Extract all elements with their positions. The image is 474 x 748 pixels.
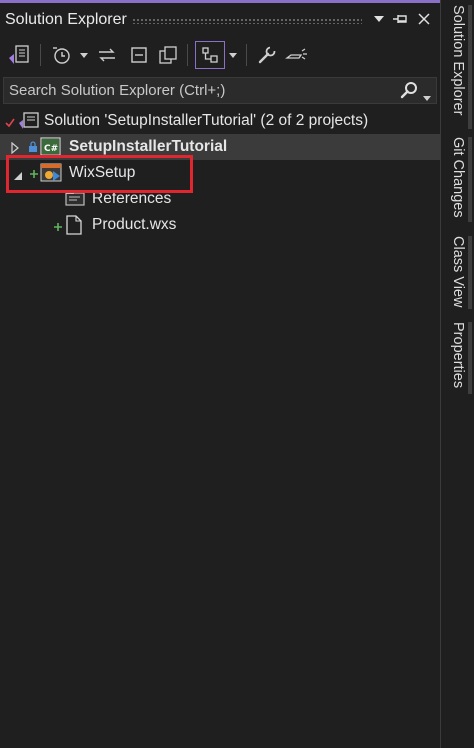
track-active-item-icon[interactable]: [195, 41, 225, 69]
tree-node-solution[interactable]: Solution 'SetupInstallerTutorial' (2 of …: [0, 108, 440, 134]
show-all-files-icon[interactable]: [156, 40, 180, 70]
file-icon: [66, 215, 82, 240]
side-tab-class-view[interactable]: Class View: [441, 236, 474, 309]
search-input[interactable]: [9, 81, 389, 100]
side-tab-properties[interactable]: Properties: [441, 322, 474, 394]
switch-views-icon[interactable]: [6, 40, 32, 70]
references-icon: [65, 190, 87, 213]
panel-title-bar: Solution Explorer: [0, 3, 440, 36]
project-label-setupinstallertutorial: SetupInstallerTutorial: [69, 138, 228, 155]
sync-with-active-document-icon[interactable]: [95, 40, 119, 70]
search-icon[interactable]: [400, 81, 418, 104]
tree-node-product-wxs[interactable]: Product.wxs: [0, 212, 440, 238]
svg-text:C#: C#: [44, 144, 58, 154]
search-options-dropdown-icon[interactable]: [423, 88, 431, 106]
side-tab-solution-explorer[interactable]: Solution Explorer: [441, 5, 474, 129]
filter-dropdown-icon[interactable]: [78, 40, 90, 70]
view-options-dropdown-icon[interactable]: [227, 40, 239, 70]
collapse-all-icon[interactable]: [127, 40, 151, 70]
solution-icon: [18, 111, 40, 136]
search-box[interactable]: [3, 77, 437, 104]
toolbar: [0, 36, 440, 74]
side-tab-git-changes[interactable]: Git Changes: [441, 137, 474, 222]
properties-wrench-icon[interactable]: [255, 40, 279, 70]
file-label-product-wxs: Product.wxs: [92, 216, 177, 233]
preview-selected-items-icon[interactable]: [284, 40, 310, 70]
pin-icon[interactable]: [392, 9, 410, 29]
panel-title: Solution Explorer: [5, 11, 127, 28]
added-plus-icon: [53, 219, 63, 237]
side-tab-strip: Solution Explorer Git Changes Class View…: [440, 0, 474, 748]
checkmark-icon: [5, 115, 15, 133]
drag-grip[interactable]: [132, 18, 362, 24]
window-position-dropdown-icon[interactable]: [370, 9, 388, 29]
pending-changes-filter-icon[interactable]: [50, 40, 72, 70]
annotation-highlight-box: [6, 155, 193, 193]
solution-label: Solution 'SetupInstallerTutorial' (2 of …: [44, 112, 369, 129]
close-icon[interactable]: [415, 9, 433, 29]
